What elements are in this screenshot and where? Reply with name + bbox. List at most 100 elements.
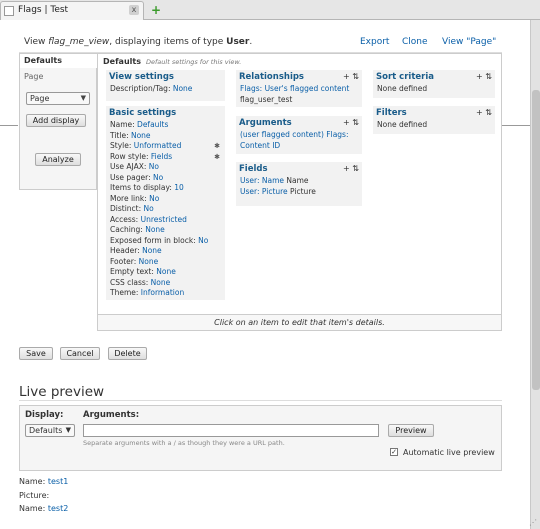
view-settings-box: View settings Description/Tag: None [106,70,225,101]
live-preview-form: Display: Defaults ▼ Arguments: Separate … [19,405,502,471]
result-row: Picture: [19,491,50,500]
setting-link[interactable]: No [198,236,208,245]
gear-icon[interactable]: ✱ [214,152,220,163]
arguments-label: Arguments: [83,410,140,420]
view-header: View flag_me_view, displaying items of t… [24,37,253,47]
tab-defaults[interactable]: Defaults [20,54,97,68]
tab-title: Flags | Test [18,5,69,15]
result-link[interactable]: test2 [48,504,68,513]
field-link[interactable]: User: Name [240,176,284,185]
setting-link[interactable]: Unrestricted [141,215,187,224]
view-type: User [226,37,250,47]
new-tab-icon[interactable]: + [150,4,162,16]
rearrange-icon[interactable]: ⇅ [352,118,359,127]
setting-row: Caching: None [110,225,165,234]
setting-link[interactable]: No [149,194,159,203]
setting-link[interactable]: None [131,131,151,140]
save-button[interactable]: Save [19,347,53,360]
add-display-button[interactable]: Add display [26,114,86,127]
setting-link[interactable]: None [156,267,176,276]
setting-row: Style: Unformatted ✱ [110,141,220,152]
arguments-input[interactable] [83,424,379,437]
divider [0,125,18,126]
setting-link[interactable]: 10 [174,183,184,192]
relationship-sub: flag_user_test [240,94,293,104]
setting-link[interactable]: None [139,257,159,266]
add-icon[interactable]: + [343,72,350,81]
preview-button[interactable]: Preview [388,424,434,437]
display-type-select[interactable]: Page ▼ [26,92,90,105]
setting-row: More link: No [110,193,160,203]
setting-link[interactable]: No [144,204,154,213]
basic-settings-heading: Basic settings [109,108,177,118]
add-icon[interactable]: + [476,72,483,81]
setting-link[interactable]: Unformatted [134,141,182,150]
relationship-link[interactable]: Flags: User's flagged content [240,84,349,93]
setting-row: Exposed form in block: No [110,235,209,245]
browser-tab-bar: Flags | Test x + [0,0,540,20]
field-row: User: Picture Picture [240,186,316,196]
field-link[interactable]: User: Picture [240,187,288,196]
add-icon[interactable]: + [476,108,483,117]
setting-link[interactable]: No [149,162,159,171]
setting-row: Access: Unrestricted [110,214,187,224]
gear-icon[interactable]: ✱ [214,141,220,152]
tab-page[interactable]: Page [24,72,43,81]
setting-row: Distinct: No [110,204,154,213]
close-tab-icon[interactable]: x [129,5,139,15]
delete-button[interactable]: Delete [108,347,147,360]
arguments-box: Arguments + ⇅ (user flagged content) Fla… [236,116,362,154]
display-select[interactable]: Defaults ▼ [25,424,75,437]
setting-row: Use AJAX: No [110,162,159,171]
result-link[interactable]: test1 [48,477,68,486]
panel-description: Default settings for this view. [146,58,242,66]
analyze-button[interactable]: Analyze [35,153,81,166]
setting-link[interactable]: None [145,225,165,234]
sort-criteria-value: None defined [377,84,428,93]
divider [19,400,502,401]
page-left-gutter [0,20,8,529]
export-link[interactable]: Export [360,37,389,47]
setting-row: Title: None [110,130,151,140]
vertical-scrollbar[interactable] [530,20,540,529]
panel-title: Defaults [103,57,141,66]
setting-row: Row style: Fields ✱ [110,151,220,163]
add-icon[interactable]: + [343,118,350,127]
setting-link[interactable]: None [151,278,171,287]
cancel-button[interactable]: Cancel [60,347,100,360]
setting-link[interactable]: No [153,173,163,182]
divider [501,125,531,126]
browser-tab[interactable]: Flags | Test x [0,1,144,20]
defaults-panel: Defaults Default settings for this view.… [97,53,502,331]
setting-row: Footer: None [110,256,159,266]
filters-box: Filters + ⇅ None defined [373,106,495,134]
setting-row: Empty text: None [110,267,176,276]
resize-grip-icon[interactable]: ⋰ [529,518,537,527]
rearrange-icon[interactable]: ⇅ [485,72,492,81]
setting-link[interactable]: Fields [151,152,172,161]
arguments-help: Separate arguments with a / as though th… [83,439,285,447]
setting-link[interactable]: Defaults [137,120,168,129]
setting-link[interactable]: Information [141,288,184,297]
scrollbar-thumb[interactable] [532,90,540,390]
auto-preview-label: Automatic live preview [403,448,495,457]
view-page-link[interactable]: View "Page" [442,37,496,47]
rearrange-icon[interactable]: ⇅ [485,108,492,117]
display-tabs: Defaults Page Page ▼ Add display Analyze [19,53,97,190]
auto-preview-checkbox[interactable]: ✓ [390,448,398,456]
display-label: Display: [25,410,64,420]
setting-row: Header: None [110,246,162,255]
clone-link[interactable]: Clone [402,37,428,47]
view-name: flag_me_view [48,37,110,47]
argument-link[interactable]: (user flagged content) Flags: Content ID [240,130,348,150]
setting-row: Use pager: No [110,172,164,182]
live-preview-heading: Live preview [19,384,105,400]
sort-criteria-box: Sort criteria + ⇅ None defined [373,70,495,98]
add-icon[interactable]: + [343,164,350,173]
rearrange-icon[interactable]: ⇅ [352,164,359,173]
panel-footer-hint: Click on an item to edit that item's det… [98,314,501,330]
setting-row: Theme: Information [110,288,185,297]
description-link[interactable]: None [173,84,193,93]
setting-link[interactable]: None [142,246,162,255]
rearrange-icon[interactable]: ⇅ [352,72,359,81]
